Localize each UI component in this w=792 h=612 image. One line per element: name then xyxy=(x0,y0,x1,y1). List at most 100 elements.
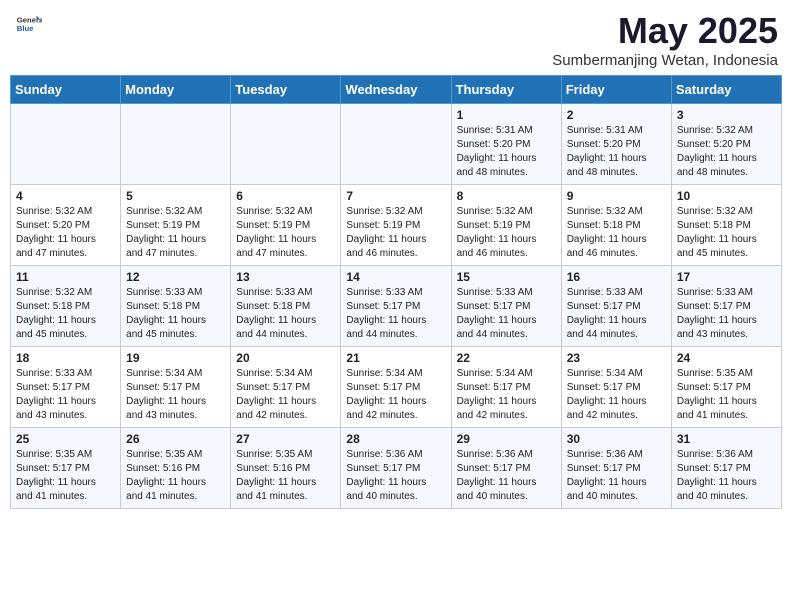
calendar-cell: 7 Sunrise: 5:32 AM Sunset: 5:19 PM Daylig… xyxy=(341,185,451,266)
calendar-cell: 19Sunrise: 5:34 AM Sunset: 5:17 PM Dayli… xyxy=(121,347,231,428)
day-info: Sunrise: 5:34 AM Sunset: 5:17 PM Dayligh… xyxy=(236,367,335,423)
day-number: 6 xyxy=(236,189,335,203)
calendar-cell: 10Sunrise: 5:32 AM Sunset: 5:18 PM Dayli… xyxy=(671,185,781,266)
calendar-week-3: 11 Sunrise: 5:32 AM Sunset: 5:18 PM Dayli… xyxy=(11,266,782,347)
day-info: Sunrise: 5:35 AM Sunset: 5:16 PM Dayligh… xyxy=(126,448,225,504)
day-info: Sunrise: 5:32 AM Sunset: 5:20 PM Dayligh… xyxy=(16,205,115,261)
page-header: General Blue May 2025 Sumbermanjing Weta… xyxy=(10,10,782,69)
day-info: Sunrise: 5:33 AM Sunset: 5:18 PM Dayligh… xyxy=(236,286,335,342)
calendar-week-2: 4 Sunrise: 5:32 AM Sunset: 5:20 PM Daylig… xyxy=(11,185,782,266)
day-number: 7 xyxy=(346,189,445,203)
day-info: Sunrise: 5:36 AM Sunset: 5:17 PM Dayligh… xyxy=(457,448,556,504)
day-number: 2 xyxy=(567,108,666,122)
calendar-cell: 22 Sunrise: 5:34 AM Sunset: 5:17 PM Dayli… xyxy=(451,347,561,428)
day-number: 12 xyxy=(126,270,225,284)
day-info: Sunrise: 5:34 AM Sunset: 5:17 PM Dayligh… xyxy=(457,367,556,423)
day-info: Sunrise: 5:32 AM Sunset: 5:19 PM Dayligh… xyxy=(126,205,225,261)
calendar-week-1: 1Sunrise: 5:31 AM Sunset: 5:20 PM Daylig… xyxy=(11,104,782,185)
day-info: Sunrise: 5:31 AM Sunset: 5:20 PM Dayligh… xyxy=(457,124,556,180)
weekday-header-tuesday: Tuesday xyxy=(231,76,341,104)
day-info: Sunrise: 5:35 AM Sunset: 5:17 PM Dayligh… xyxy=(677,367,776,423)
day-number: 21 xyxy=(346,351,445,365)
logo-icon: General Blue xyxy=(14,10,42,38)
day-number: 24 xyxy=(677,351,776,365)
calendar-cell: 31Sunrise: 5:36 AM Sunset: 5:17 PM Dayli… xyxy=(671,428,781,509)
calendar-week-5: 25 Sunrise: 5:35 AM Sunset: 5:17 PM Dayli… xyxy=(11,428,782,509)
calendar-week-4: 18 Sunrise: 5:33 AM Sunset: 5:17 PM Dayli… xyxy=(11,347,782,428)
day-number: 15 xyxy=(457,270,556,284)
day-info: Sunrise: 5:34 AM Sunset: 5:17 PM Dayligh… xyxy=(567,367,666,423)
weekday-header-row: SundayMondayTuesdayWednesdayThursdayFrid… xyxy=(11,76,782,104)
day-info: Sunrise: 5:33 AM Sunset: 5:17 PM Dayligh… xyxy=(346,286,445,342)
day-number: 25 xyxy=(16,432,115,446)
calendar-cell: 26 Sunrise: 5:35 AM Sunset: 5:16 PM Dayli… xyxy=(121,428,231,509)
day-info: Sunrise: 5:32 AM Sunset: 5:18 PM Dayligh… xyxy=(16,286,115,342)
calendar-cell: 30 Sunrise: 5:36 AM Sunset: 5:17 PM Dayli… xyxy=(561,428,671,509)
day-number: 14 xyxy=(346,270,445,284)
calendar-cell: 11 Sunrise: 5:32 AM Sunset: 5:18 PM Dayli… xyxy=(11,266,121,347)
day-info: Sunrise: 5:34 AM Sunset: 5:17 PM Dayligh… xyxy=(346,367,445,423)
calendar-cell: 1Sunrise: 5:31 AM Sunset: 5:20 PM Daylig… xyxy=(451,104,561,185)
day-number: 28 xyxy=(346,432,445,446)
day-number: 11 xyxy=(16,270,115,284)
day-info: Sunrise: 5:33 AM Sunset: 5:17 PM Dayligh… xyxy=(16,367,115,423)
weekday-header-wednesday: Wednesday xyxy=(341,76,451,104)
calendar-cell: 12 Sunrise: 5:33 AM Sunset: 5:18 PM Dayli… xyxy=(121,266,231,347)
calendar-cell: 20 Sunrise: 5:34 AM Sunset: 5:17 PM Dayli… xyxy=(231,347,341,428)
day-number: 22 xyxy=(457,351,556,365)
calendar-cell: 14 Sunrise: 5:33 AM Sunset: 5:17 PM Dayli… xyxy=(341,266,451,347)
day-info: Sunrise: 5:33 AM Sunset: 5:17 PM Dayligh… xyxy=(567,286,666,342)
day-info: Sunrise: 5:32 AM Sunset: 5:19 PM Dayligh… xyxy=(457,205,556,261)
month-title: May 2025 xyxy=(552,10,778,52)
calendar-cell: 17 Sunrise: 5:33 AM Sunset: 5:17 PM Dayli… xyxy=(671,266,781,347)
weekday-header-saturday: Saturday xyxy=(671,76,781,104)
day-number: 29 xyxy=(457,432,556,446)
day-info: Sunrise: 5:32 AM Sunset: 5:19 PM Dayligh… xyxy=(346,205,445,261)
calendar-cell: 9Sunrise: 5:32 AM Sunset: 5:18 PM Daylig… xyxy=(561,185,671,266)
location-subtitle: Sumbermanjing Wetan, Indonesia xyxy=(552,52,778,69)
calendar-cell xyxy=(121,104,231,185)
day-info: Sunrise: 5:34 AM Sunset: 5:17 PM Dayligh… xyxy=(126,367,225,423)
day-info: Sunrise: 5:31 AM Sunset: 5:20 PM Dayligh… xyxy=(567,124,666,180)
weekday-header-sunday: Sunday xyxy=(11,76,121,104)
day-number: 20 xyxy=(236,351,335,365)
day-number: 13 xyxy=(236,270,335,284)
day-info: Sunrise: 5:32 AM Sunset: 5:19 PM Dayligh… xyxy=(236,205,335,261)
calendar-cell: 16Sunrise: 5:33 AM Sunset: 5:17 PM Dayli… xyxy=(561,266,671,347)
day-number: 26 xyxy=(126,432,225,446)
day-number: 17 xyxy=(677,270,776,284)
day-info: Sunrise: 5:33 AM Sunset: 5:17 PM Dayligh… xyxy=(677,286,776,342)
day-number: 8 xyxy=(457,189,556,203)
calendar-cell: 25 Sunrise: 5:35 AM Sunset: 5:17 PM Dayli… xyxy=(11,428,121,509)
day-info: Sunrise: 5:36 AM Sunset: 5:17 PM Dayligh… xyxy=(677,448,776,504)
title-block: May 2025 Sumbermanjing Wetan, Indonesia xyxy=(552,10,778,69)
calendar-table: SundayMondayTuesdayWednesdayThursdayFrid… xyxy=(10,75,782,509)
svg-text:Blue: Blue xyxy=(17,24,34,33)
day-number: 3 xyxy=(677,108,776,122)
svg-text:General: General xyxy=(17,16,42,25)
calendar-cell: 5Sunrise: 5:32 AM Sunset: 5:19 PM Daylig… xyxy=(121,185,231,266)
calendar-cell: 21 Sunrise: 5:34 AM Sunset: 5:17 PM Dayli… xyxy=(341,347,451,428)
calendar-cell: 27Sunrise: 5:35 AM Sunset: 5:16 PM Dayli… xyxy=(231,428,341,509)
weekday-header-friday: Friday xyxy=(561,76,671,104)
day-number: 18 xyxy=(16,351,115,365)
calendar-cell: 29 Sunrise: 5:36 AM Sunset: 5:17 PM Dayli… xyxy=(451,428,561,509)
day-info: Sunrise: 5:36 AM Sunset: 5:17 PM Dayligh… xyxy=(346,448,445,504)
calendar-cell: 4 Sunrise: 5:32 AM Sunset: 5:20 PM Daylig… xyxy=(11,185,121,266)
day-info: Sunrise: 5:36 AM Sunset: 5:17 PM Dayligh… xyxy=(567,448,666,504)
weekday-header-thursday: Thursday xyxy=(451,76,561,104)
calendar-cell: 18 Sunrise: 5:33 AM Sunset: 5:17 PM Dayli… xyxy=(11,347,121,428)
calendar-cell xyxy=(231,104,341,185)
day-info: Sunrise: 5:35 AM Sunset: 5:17 PM Dayligh… xyxy=(16,448,115,504)
calendar-cell: 13 Sunrise: 5:33 AM Sunset: 5:18 PM Dayli… xyxy=(231,266,341,347)
day-info: Sunrise: 5:33 AM Sunset: 5:17 PM Dayligh… xyxy=(457,286,556,342)
day-number: 23 xyxy=(567,351,666,365)
day-info: Sunrise: 5:35 AM Sunset: 5:16 PM Dayligh… xyxy=(236,448,335,504)
day-number: 4 xyxy=(16,189,115,203)
day-info: Sunrise: 5:32 AM Sunset: 5:18 PM Dayligh… xyxy=(567,205,666,261)
calendar-cell xyxy=(11,104,121,185)
day-number: 30 xyxy=(567,432,666,446)
weekday-header-monday: Monday xyxy=(121,76,231,104)
day-info: Sunrise: 5:33 AM Sunset: 5:18 PM Dayligh… xyxy=(126,286,225,342)
day-info: Sunrise: 5:32 AM Sunset: 5:20 PM Dayligh… xyxy=(677,124,776,180)
